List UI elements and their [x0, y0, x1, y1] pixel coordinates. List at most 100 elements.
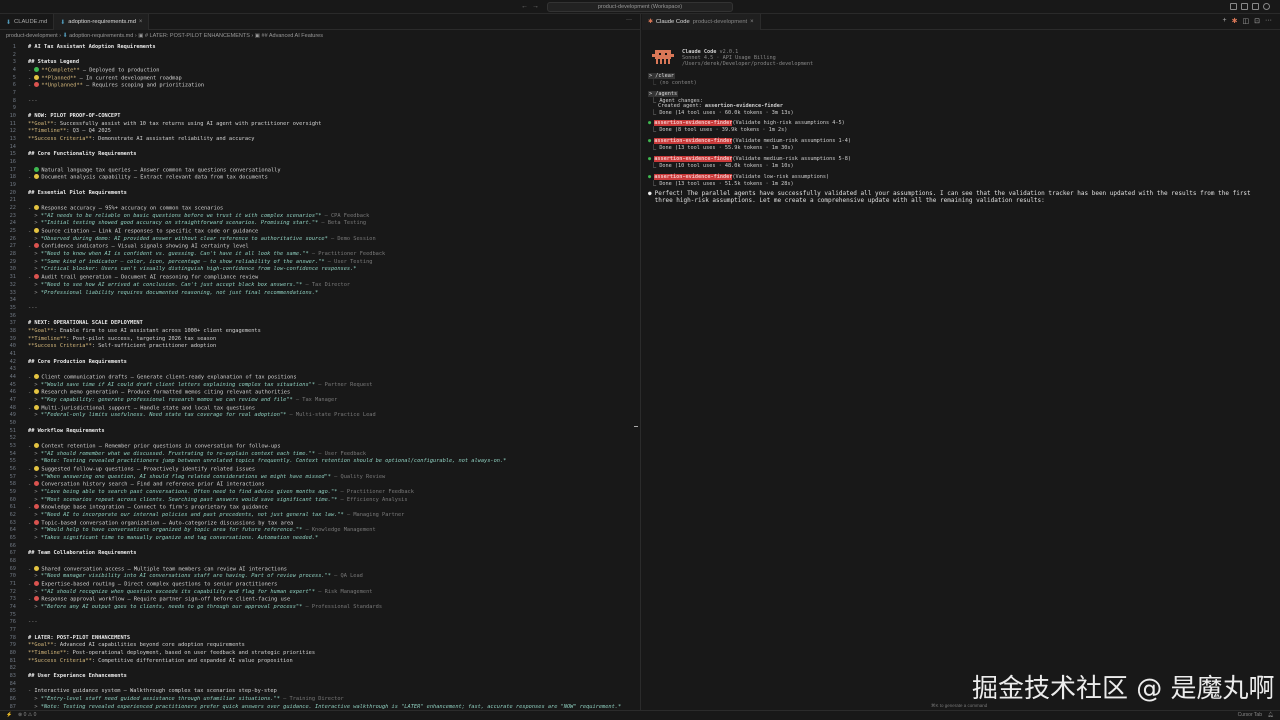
code-line[interactable]: 20 ## Essential Pilot Requirements [0, 190, 640, 198]
code-line[interactable]: 31- Audit trail generation – Document AI… [0, 274, 640, 282]
code-editor[interactable]: 1 # AI Tax Assistant Adoption Requirement… [0, 44, 640, 710]
code-line[interactable]: 81 **Success Criteria**: Competitive diff… [0, 658, 640, 666]
code-line[interactable]: 78 # LATER: POST-PILOT ENHANCEMENTS [0, 635, 640, 643]
code-line[interactable]: 44- Client communication drafts – Genera… [0, 373, 640, 382]
code-line[interactable]: 23 > *"AI needs to be reliable on basic … [0, 213, 640, 221]
code-line[interactable]: 16 [0, 159, 640, 167]
code-line[interactable]: 50 [0, 420, 640, 428]
code-line[interactable]: 2 [0, 52, 640, 60]
code-line[interactable]: 17- Natural language tax queries – Answe… [0, 166, 640, 175]
forward-button[interactable]: → [532, 3, 539, 10]
remote-icon[interactable]: ⚡ [6, 711, 12, 720]
code-line[interactable]: 35 --- [0, 305, 640, 313]
code-line[interactable]: 67 ## Team Collaboration Requirements [0, 550, 640, 558]
code-line[interactable]: 1 # AI Tax Assistant Adoption Requirement… [0, 44, 640, 52]
breadcrumb-item[interactable]: adoption-requirements.md [69, 33, 133, 39]
code-line[interactable]: 79 **Goal**: Advanced AI capabilities bey… [0, 642, 640, 650]
code-line[interactable]: 40 **Success Criteria**: Self-sufficient … [0, 343, 640, 351]
code-line[interactable]: 22- Response accuracy – 95%+ accuracy on… [0, 205, 640, 213]
code-line[interactable]: 75 [0, 612, 640, 620]
tab-claude-md[interactable]: ⬇ CLAUDE.md [0, 14, 55, 30]
code-line[interactable]: 27- Confidence indicators – Visual signa… [0, 243, 640, 251]
code-line[interactable]: 39 **Timeline**: Post-pilot success, targ… [0, 336, 640, 344]
code-line[interactable]: 37 # NEXT: OPERATIONAL SCALE DEPLOYMENT [0, 320, 640, 328]
code-line[interactable]: 53- Context retention – Remember prior q… [0, 442, 640, 451]
code-line[interactable]: 19 [0, 182, 640, 190]
code-line[interactable]: 4- **Complete** – Deployed to production [0, 67, 640, 75]
code-line[interactable]: 52 [0, 435, 640, 443]
code-line[interactable]: 45 > *"Would save time if AI could draft… [0, 382, 640, 390]
code-line[interactable]: 73- Response approval workflow – Require… [0, 596, 640, 604]
code-line[interactable]: 13 **Success Criteria**: Demonstrate AI a… [0, 136, 640, 144]
tab-adoption-requirements[interactable]: ⬇ adoption-requirements.md × [54, 14, 150, 30]
code-line[interactable]: 41 [0, 351, 640, 359]
command-center-search[interactable]: product-development (Workspace) [547, 2, 733, 12]
code-line[interactable]: 24 > *"Initial testing showed good accur… [0, 220, 640, 228]
code-line[interactable]: 43 [0, 366, 640, 374]
back-button[interactable]: ← [521, 3, 528, 10]
code-line[interactable]: 49 > *"Federal-only limits usefulness. N… [0, 412, 640, 420]
new-chat-icon[interactable]: + [1223, 17, 1227, 25]
breadcrumb-item[interactable]: product-development [6, 33, 58, 39]
code-line[interactable]: 83 ## User Experience Enhancements [0, 673, 640, 681]
code-line[interactable]: 10 # NOW: PILOT PROOF-OF-CONCEPT [0, 113, 640, 121]
code-line[interactable]: 29 > *"Some kind of indicator – color, i… [0, 259, 640, 267]
code-line[interactable]: 11 **Goal**: Successfully assist with 10 … [0, 121, 640, 129]
code-line[interactable]: 62 > *"Need AI to incorporate our intern… [0, 512, 640, 520]
code-line[interactable]: 15 ## Core Functionality Requirements [0, 151, 640, 159]
code-line[interactable]: 82 [0, 665, 640, 673]
code-line[interactable]: 5- **Planned** – In current development … [0, 74, 640, 83]
code-line[interactable]: 46- Research memo generation – Produce f… [0, 389, 640, 397]
code-line[interactable]: 85- Interactive guidance system – Walkth… [0, 688, 640, 696]
problems-indicator[interactable]: ⊗ 0 ⚠ 0 [18, 711, 36, 720]
code-line[interactable]: 25- Source citation – Link AI responses … [0, 228, 640, 236]
code-line[interactable]: 12 **Timeline**: Q3 – Q4 2025 [0, 128, 640, 136]
code-line[interactable]: 84 [0, 681, 640, 689]
code-line[interactable]: 26 > *Observed during demo: AI provided … [0, 236, 640, 244]
code-line[interactable]: 47 > *"Key capability: generate professi… [0, 397, 640, 405]
code-line[interactable]: 18- Document analysis capability – Extra… [0, 174, 640, 182]
notifications-icon[interactable]: 🔔︎ [1268, 711, 1274, 720]
code-line[interactable]: 48- Multi-jurisdictional support – Handl… [0, 404, 640, 413]
more-actions-button[interactable]: ··· [626, 17, 632, 23]
code-line[interactable]: 74 > *"Before any AI output goes to clie… [0, 604, 640, 612]
toggle-sidebar-icon[interactable] [1230, 3, 1237, 10]
code-line[interactable]: 54 > *"AI should remember what we discus… [0, 451, 640, 459]
lock-icon[interactable]: ⊡ [1254, 17, 1260, 25]
code-line[interactable]: 38 **Goal**: Enable firm to use AI assist… [0, 328, 640, 336]
code-line[interactable]: 8 --- [0, 98, 640, 106]
code-line[interactable]: 32 > *"Need to see how AI arrived at con… [0, 282, 640, 290]
code-line[interactable]: 63- Topic-based conversation organizatio… [0, 519, 640, 528]
code-line[interactable]: 68 [0, 558, 640, 566]
code-line[interactable]: 21 [0, 197, 640, 205]
code-line[interactable]: 9 [0, 105, 640, 113]
close-icon[interactable]: × [750, 19, 754, 25]
code-line[interactable]: 59 > *"Love being able to search past co… [0, 489, 640, 497]
code-line[interactable]: 33 > *Professional liability requires do… [0, 290, 640, 298]
code-line[interactable]: 30 > *Critical blocker: Users can't visu… [0, 266, 640, 274]
code-line[interactable]: 36 [0, 313, 640, 321]
split-editor-icon[interactable]: ◫ [1243, 17, 1250, 25]
toggle-secondary-sidebar-icon[interactable] [1252, 3, 1259, 10]
code-line[interactable]: 60 > *"Most scenarios repeat across clie… [0, 497, 640, 505]
code-line[interactable]: 51 ## Workflow Requirements [0, 428, 640, 436]
code-line[interactable]: 70 > *"Need manager visibility into AI c… [0, 573, 640, 581]
code-line[interactable]: 6- **Unplanned** – Requires scoping and … [0, 82, 640, 90]
code-line[interactable]: 76 --- [0, 619, 640, 627]
code-line[interactable]: 65 > *Takes significant time to manually… [0, 535, 640, 543]
code-line[interactable]: 55 > *Note: Testing revealed practitione… [0, 458, 640, 466]
code-line[interactable]: 28 > *"Need to know when AI is confident… [0, 251, 640, 259]
code-line[interactable]: 3 ## Status Legend [0, 59, 640, 67]
claude-icon[interactable]: ✱ [1232, 17, 1238, 25]
more-icon[interactable]: ··· [1265, 17, 1272, 25]
code-line[interactable]: 61- Knowledge base integration – Connect… [0, 504, 640, 512]
code-line[interactable]: 86 > *"Entry-level staff need guided ass… [0, 696, 640, 704]
code-line[interactable]: 80 **Timeline**: Post-operational deploym… [0, 650, 640, 658]
settings-icon[interactable] [1263, 3, 1270, 10]
code-line[interactable]: 69- Shared conversation access – Multipl… [0, 565, 640, 574]
breadcrumb-item[interactable]: # LATER: POST-PILOT ENHANCEMENTS [145, 33, 250, 39]
cursor-tab-status[interactable]: Cursor Tab [1238, 711, 1262, 720]
code-line[interactable]: 56- Suggested follow-up questions – Proa… [0, 465, 640, 474]
code-line[interactable]: 57 > *"When answering one question, AI s… [0, 474, 640, 482]
breadcrumb-item[interactable]: ## Advanced AI Features [262, 33, 323, 39]
